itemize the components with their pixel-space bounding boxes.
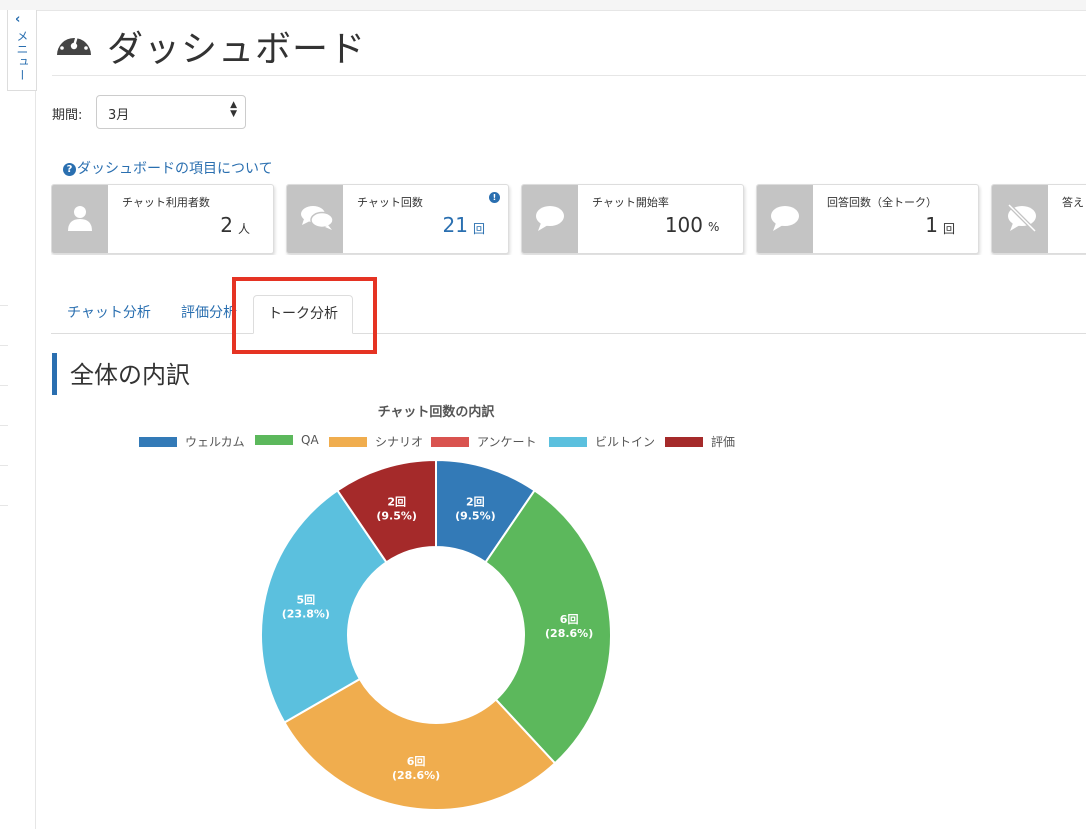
stat-label: チャット回数 <box>357 196 423 209</box>
tab-talk-analysis[interactable]: トーク分析 <box>253 295 353 334</box>
chevron-left-icon: ‹ <box>15 12 21 27</box>
stat-unit: 回 <box>473 222 486 236</box>
chat-bubble-icon <box>771 206 799 231</box>
stat-unit: % <box>708 220 720 234</box>
card-icon-box <box>522 185 578 253</box>
rail-divider <box>0 505 8 506</box>
section-heading: 全体の内訳 <box>52 353 357 395</box>
select-arrows-icon: ▲ ▼ <box>230 100 237 119</box>
stat-label: 回答回数（全トーク） <box>827 196 937 209</box>
stat-unit: 人 <box>238 222 251 236</box>
tab-rating-analysis[interactable]: 評価分析 <box>181 295 237 332</box>
info-alert-icon[interactable]: ! <box>489 192 500 203</box>
stat-label: チャット開始率 <box>592 196 669 209</box>
card-icon-box <box>992 185 1048 253</box>
rail-divider <box>0 305 8 306</box>
talk-breakdown-chart: チャット回数の内訳 ウェルカム QA シナリオ アンケート ビルトイン 評価 2… <box>51 398 821 829</box>
user-icon <box>68 206 92 231</box>
stat-card-unanswered: 答え <box>991 184 1086 254</box>
rail-divider <box>0 465 8 466</box>
rail-divider <box>0 345 8 346</box>
stat-label: チャット利用者数 <box>122 196 210 209</box>
stat-value: 21 <box>442 213 468 237</box>
chat-bubbles-icon <box>301 206 334 230</box>
period-label: 期間: <box>52 108 83 123</box>
question-icon: ? <box>63 163 76 176</box>
top-bar <box>0 0 1086 11</box>
menu-toggle-button[interactable]: ‹ メニュー <box>7 10 37 91</box>
analysis-tabs: チャット分析 評価分析 トーク分析 <box>51 295 1086 334</box>
stat-cards: チャット利用者数 2 人 チャット回数 ! 21 回 チャット開始率 100 % <box>51 183 1086 255</box>
page-header: ダッシュボード <box>52 20 1086 76</box>
chat-off-icon <box>1007 203 1037 233</box>
rail-divider <box>0 385 8 386</box>
stat-card-start-rate: チャット開始率 100 % <box>521 184 744 254</box>
menu-label: メニュー <box>15 30 29 82</box>
page-title: ダッシュボード <box>107 29 367 70</box>
stat-value: 1 <box>925 213 938 237</box>
stat-card-chats: チャット回数 ! 21 回 <box>286 184 509 254</box>
about-dashboard-link[interactable]: ? ダッシュボードの項目について <box>63 158 273 178</box>
tab-chat-analysis[interactable]: チャット分析 <box>67 295 151 332</box>
donut-chart: 2回(9.5%)6回(28.6%)6回(28.6%)5回(23.8%)2回(9.… <box>260 458 612 811</box>
period-select[interactable]: 3月 ▲ ▼ <box>96 95 246 129</box>
card-icon-box <box>52 185 108 253</box>
period-value: 3月 <box>108 108 130 123</box>
stat-value: 100 <box>664 213 703 237</box>
stat-label: 答え <box>1062 196 1084 209</box>
left-rail <box>0 10 36 829</box>
stat-value: 2 <box>220 213 233 237</box>
stat-card-users: チャット利用者数 2 人 <box>51 184 274 254</box>
card-icon-box <box>757 185 813 253</box>
chat-bubble-icon <box>536 206 564 231</box>
dashboard-gauge-icon <box>57 31 91 55</box>
rail-divider <box>0 425 8 426</box>
section-title: 全体の内訳 <box>70 361 190 389</box>
stat-card-answers: 回答回数（全トーク） 1 回 <box>756 184 979 254</box>
stat-unit: 回 <box>943 222 956 236</box>
card-icon-box <box>287 185 343 253</box>
about-link-text: ダッシュボードの項目について <box>77 161 273 177</box>
